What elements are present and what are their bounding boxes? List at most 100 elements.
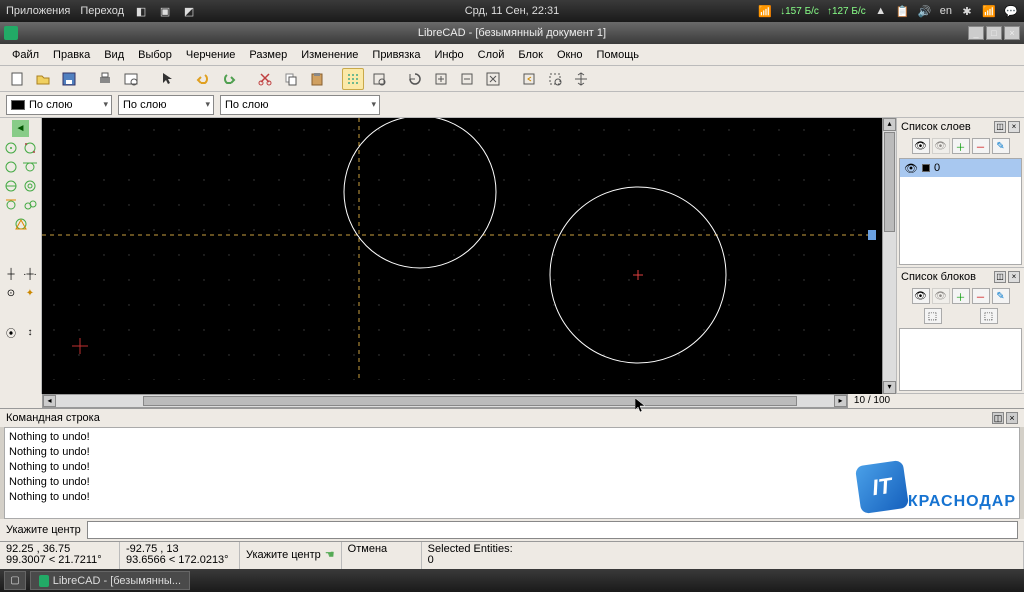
print-preview-button[interactable] [120, 68, 142, 90]
clipboard-icon[interactable]: 📋 [896, 4, 910, 18]
keyboard-lang[interactable]: en [940, 5, 952, 17]
command-input[interactable] [87, 521, 1018, 539]
block-insert-button[interactable]: ⬚ [924, 308, 942, 324]
menu-modify[interactable]: Изменение [295, 47, 364, 63]
panel-float-button[interactable]: ◫ [994, 121, 1006, 133]
wifi-icon[interactable]: 📶 [982, 4, 996, 18]
layer-color-swatch [922, 164, 930, 172]
save-button[interactable] [58, 68, 80, 90]
menu-edit[interactable]: Правка [47, 47, 96, 63]
minimize-button[interactable]: _ [968, 26, 984, 40]
panel-close-button[interactable]: × [1006, 412, 1018, 424]
menu-view[interactable]: Вид [98, 47, 130, 63]
tray-icon[interactable]: ▣ [158, 4, 172, 18]
block-add-button[interactable]: ＋ [952, 288, 970, 304]
new-button[interactable] [6, 68, 28, 90]
layer-show-icon[interactable]: 👁 [912, 138, 930, 154]
menu-info[interactable]: Инфо [428, 47, 469, 63]
grid-button[interactable] [342, 68, 364, 90]
panel-float-button[interactable]: ◫ [992, 412, 1004, 424]
redo-button[interactable] [218, 68, 240, 90]
circle-diam-tool[interactable] [3, 177, 20, 194]
menu-snap[interactable]: Привязка [366, 47, 426, 63]
command-log[interactable]: Nothing to undo! Nothing to undo! Nothin… [4, 427, 1020, 519]
maximize-button[interactable]: □ [986, 26, 1002, 40]
chat-icon[interactable]: 💬 [1004, 4, 1018, 18]
layer-hide-icon[interactable]: 👁 [932, 138, 950, 154]
undo-button[interactable] [192, 68, 214, 90]
layer-edit-button[interactable]: ✎ [992, 138, 1010, 154]
layer-row[interactable]: 👁 0 [900, 159, 1021, 177]
places-menu[interactable]: Переход [80, 5, 124, 17]
layer-add-button[interactable]: ＋ [952, 138, 970, 154]
snap-center-tool[interactable]: ⊙ [3, 285, 20, 302]
circle-t3-tool[interactable] [22, 196, 39, 213]
horizontal-scrollbar[interactable]: ◂ ▸ [42, 394, 848, 408]
zoom-window-button[interactable] [544, 68, 566, 90]
open-button[interactable] [32, 68, 54, 90]
menu-select[interactable]: Выбор [132, 47, 178, 63]
layer-remove-button[interactable]: － [972, 138, 990, 154]
zoom-in-button[interactable] [430, 68, 452, 90]
block-show-icon[interactable]: 👁 [912, 288, 930, 304]
back-tool[interactable]: ◄ [12, 120, 29, 137]
menu-block[interactable]: Блок [512, 47, 549, 63]
print-button[interactable] [94, 68, 116, 90]
layers-panel: Список слоев◫× 👁 👁 ＋ － ✎ 👁 0 [897, 118, 1024, 268]
block-edit-button[interactable]: ✎ [992, 288, 1010, 304]
tray-icon[interactable]: ◧ [134, 4, 148, 18]
zoom-prev-button[interactable] [518, 68, 540, 90]
vlc-icon[interactable]: ▲ [874, 4, 888, 18]
snap-endpoint-tool[interactable]: ┼ [3, 266, 20, 283]
circle-tan-tool[interactable] [22, 158, 39, 175]
volume-icon[interactable]: 🔊 [918, 4, 932, 18]
blocks-title: Список блоков [901, 271, 976, 283]
taskbar-app[interactable]: LibreCAD - [безымянны... [30, 571, 190, 590]
menu-draw[interactable]: Черчение [180, 47, 242, 63]
drawing-canvas[interactable] [42, 118, 882, 394]
panel-close-button[interactable]: × [1008, 271, 1020, 283]
circle-2p-tool[interactable] [22, 139, 39, 156]
restrict-tool[interactable]: ⦿ [3, 324, 20, 341]
snap-mid-tool[interactable]: ·┼· [22, 266, 39, 283]
layer-color-combo[interactable]: По слою [6, 95, 112, 115]
cut-button[interactable] [254, 68, 276, 90]
menu-help[interactable]: Помощь [591, 47, 646, 63]
menu-layer[interactable]: Слой [472, 47, 511, 63]
snap-node-tool[interactable]: ✦ [22, 285, 39, 302]
close-button[interactable]: × [1004, 26, 1020, 40]
zoom-pan-button[interactable] [570, 68, 592, 90]
menu-file[interactable]: Файл [6, 47, 45, 63]
circle-3p-tool[interactable] [3, 158, 20, 175]
panel-close-button[interactable]: × [1008, 121, 1020, 133]
bluetooth-icon[interactable]: ✱ [960, 4, 974, 18]
network-icon[interactable]: 📶 [758, 4, 772, 18]
apps-menu[interactable]: Приложения [6, 5, 70, 17]
window-titlebar[interactable]: LibreCAD - [безымянный документ 1] _ □ × [0, 22, 1024, 44]
block-save-button[interactable]: ⬚ [980, 308, 998, 324]
block-hide-icon[interactable]: 👁 [932, 288, 950, 304]
clock[interactable]: Срд, 11 Сен, 22:31 [465, 5, 560, 17]
show-desktop-button[interactable]: ▢ [4, 571, 26, 590]
circle-t2-tool[interactable] [3, 196, 20, 213]
zoom-fit-button[interactable] [482, 68, 504, 90]
eye-icon[interactable]: 👁 [904, 162, 918, 175]
copy-button[interactable] [280, 68, 302, 90]
lineweight-combo[interactable]: По слою [118, 95, 214, 115]
draft-button[interactable] [368, 68, 390, 90]
panel-float-button[interactable]: ◫ [994, 271, 1006, 283]
paste-button[interactable] [306, 68, 328, 90]
refresh-button[interactable] [404, 68, 426, 90]
menu-dimension[interactable]: Размер [243, 47, 293, 63]
linetype-combo[interactable]: По слою [220, 95, 380, 115]
block-remove-button[interactable]: － [972, 288, 990, 304]
circle-concentric-tool[interactable] [22, 177, 39, 194]
circle-center-tool[interactable] [3, 139, 20, 156]
tray-icon[interactable]: ◩ [182, 4, 196, 18]
pointer-button[interactable] [156, 68, 178, 90]
zoom-out-button[interactable] [456, 68, 478, 90]
vertical-scrollbar[interactable]: ▴ ▾ [882, 118, 896, 394]
lock-tool[interactable]: ↕ [22, 324, 39, 341]
menu-window[interactable]: Окно [551, 47, 589, 63]
circle-inscr-tool[interactable] [12, 215, 29, 232]
